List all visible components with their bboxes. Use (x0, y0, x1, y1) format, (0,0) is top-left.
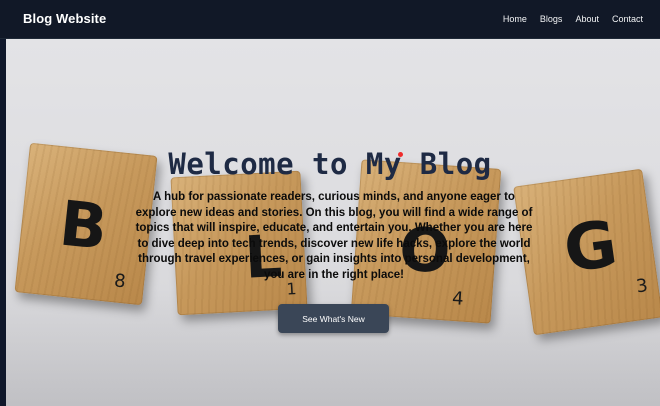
hero-description: A hub for passionate readers, curious mi… (135, 191, 533, 281)
nav-link-blogs[interactable]: Blogs (540, 14, 563, 24)
tile-letter: G (559, 207, 622, 288)
tile-g: G 3 (513, 168, 660, 336)
hero-title: Welcome to My Blog (168, 147, 492, 181)
tile-number: 8 (113, 270, 127, 293)
see-whats-new-button[interactable]: See What's New (278, 304, 389, 333)
red-dot-marker (398, 152, 403, 157)
top-navbar: Blog Website Home Blogs About Contact (0, 0, 660, 39)
tile-letter: B (56, 186, 111, 265)
nav-links: Home Blogs About Contact (503, 14, 643, 24)
nav-link-about[interactable]: About (575, 14, 599, 24)
site-brand[interactable]: Blog Website (23, 11, 106, 26)
nav-link-home[interactable]: Home (503, 14, 527, 24)
tile-number: 4 (451, 287, 465, 310)
nav-link-contact[interactable]: Contact (612, 14, 643, 24)
